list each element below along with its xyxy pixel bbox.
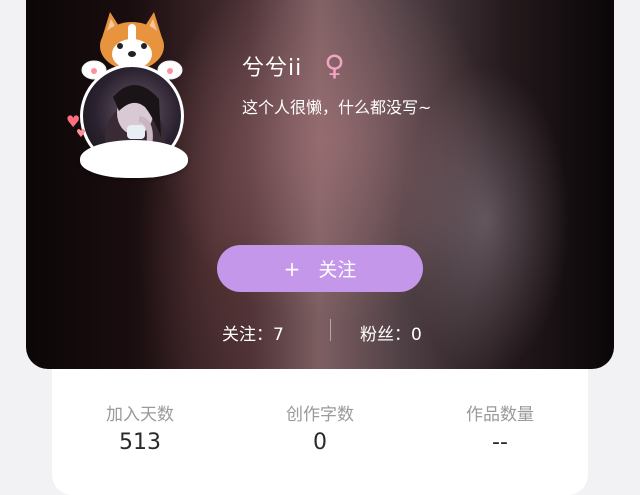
divider	[330, 319, 331, 341]
followers-count[interactable]: 粉丝：0	[360, 320, 422, 345]
stat-word-count: 创作字数 0	[240, 404, 400, 458]
follow-button-label: 关注	[318, 259, 357, 281]
stat-label: 作品数量	[466, 405, 534, 425]
follow-button[interactable]: + 关注	[217, 245, 423, 292]
plus-icon: +	[283, 256, 301, 281]
cloud-decoration	[80, 140, 188, 178]
username: 兮兮ii	[242, 56, 303, 81]
bio-text: 这个人很懒，什么都没写~	[242, 98, 432, 117]
avatar[interactable]: ♥ ♥	[66, 8, 206, 183]
stat-value: --	[492, 430, 508, 455]
stat-label: 加入天数	[106, 405, 174, 425]
stat-join-days: 加入天数 513	[60, 404, 220, 458]
following-count[interactable]: 关注：7	[222, 320, 284, 345]
female-symbol-icon: ♀	[324, 49, 345, 82]
username-row: 兮兮ii ♀	[242, 50, 345, 82]
stat-value: 513	[119, 430, 161, 455]
stat-value: 0	[313, 430, 327, 455]
stat-works-count: 作品数量 --	[420, 404, 580, 458]
stat-label: 创作字数	[286, 405, 354, 425]
heart-small-icon: ♥	[76, 127, 86, 140]
